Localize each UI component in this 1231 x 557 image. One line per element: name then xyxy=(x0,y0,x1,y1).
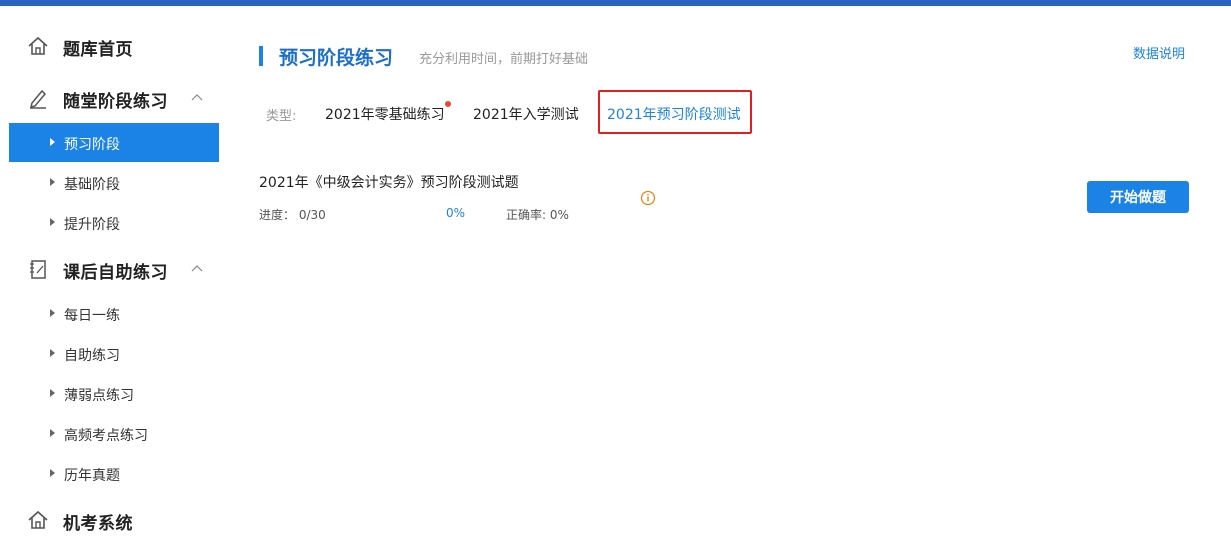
sidebar-item-label: 薄弱点练习 xyxy=(64,388,134,404)
caret-right-icon xyxy=(50,429,55,437)
sidebar: 题库首页 随堂阶段练习 预习阶段 基础阶段 提升阶段 课后自助练习 每日一练 自… xyxy=(9,6,219,557)
start-exercise-button[interactable]: 开始做题 xyxy=(1087,181,1189,213)
sidebar-item-label: 提升阶段 xyxy=(64,217,120,233)
sidebar-item-label: 基础阶段 xyxy=(64,177,120,193)
progress-text: 进度： 0/30 xyxy=(259,208,326,222)
sidebar-item-label: 每日一练 xyxy=(64,308,120,324)
exercise-title: 2021年《中级会计实务》预习阶段测试题 xyxy=(259,175,519,191)
sidebar-item-basic[interactable]: 基础阶段 xyxy=(9,163,219,202)
sidebar-item-home[interactable]: 题库首页 xyxy=(9,26,219,66)
sidebar-item-high-frequency[interactable]: 高频考点练习 xyxy=(9,414,219,453)
page-title: 预习阶段练习 xyxy=(279,47,394,69)
caret-right-icon xyxy=(50,218,55,226)
home-icon xyxy=(28,36,48,55)
sidebar-item-advanced[interactable]: 提升阶段 xyxy=(9,203,219,242)
caret-right-icon xyxy=(50,389,55,397)
sidebar-item-exam-system[interactable]: 机考系统 xyxy=(9,500,219,540)
sidebar-group-practice[interactable]: 随堂阶段练习 xyxy=(9,78,219,118)
accuracy-text: 正确率: 0% xyxy=(506,208,569,222)
sidebar-item-daily[interactable]: 每日一练 xyxy=(9,294,219,333)
main-content: 预习阶段练习 充分利用时间，前期打好基础 数据说明 类型: 2021年零基础练习… xyxy=(219,6,1231,557)
chevron-up-icon[interactable] xyxy=(190,262,204,276)
pencil-icon xyxy=(29,89,47,109)
sidebar-item-preview[interactable]: 预习阶段 xyxy=(9,123,219,162)
info-icon[interactable] xyxy=(640,190,656,206)
data-explanation-link[interactable]: 数据说明 xyxy=(1133,43,1185,62)
page-subtitle: 充分利用时间，前期打好基础 xyxy=(419,52,589,67)
sidebar-group-self-practice[interactable]: 课后自助练习 xyxy=(9,249,219,289)
sidebar-item-label: 预习阶段 xyxy=(64,137,120,153)
caret-right-icon xyxy=(50,138,55,146)
home-icon xyxy=(28,510,48,529)
sidebar-item-past-exams[interactable]: 历年真题 xyxy=(9,454,219,493)
sidebar-item-label: 题库首页 xyxy=(63,40,133,60)
sidebar-item-self[interactable]: 自助练习 xyxy=(9,334,219,373)
sidebar-item-label: 高频考点练习 xyxy=(64,428,148,444)
title-accent-bar xyxy=(259,46,263,66)
sidebar-group-label: 随堂阶段练习 xyxy=(63,92,168,112)
chevron-up-icon[interactable] xyxy=(190,91,204,105)
sidebar-item-label: 自助练习 xyxy=(64,348,120,364)
tab-entrance-test[interactable]: 2021年入学测试 xyxy=(473,104,579,124)
caret-right-icon xyxy=(50,309,55,317)
new-dot-badge xyxy=(445,101,451,107)
sidebar-item-label: 历年真题 xyxy=(64,468,120,484)
sidebar-item-weak-points[interactable]: 薄弱点练习 xyxy=(9,374,219,413)
sidebar-group-label: 课后自助练习 xyxy=(63,263,168,283)
progress-percent: 0% xyxy=(446,206,466,220)
tab-preview-test[interactable]: 2021年预习阶段测试 xyxy=(607,104,741,124)
tab-zero-basics[interactable]: 2021年零基础练习 xyxy=(325,104,445,124)
caret-right-icon xyxy=(50,178,55,186)
sidebar-item-label: 机考系统 xyxy=(63,514,133,534)
caret-right-icon xyxy=(50,349,55,357)
type-label: 类型: xyxy=(266,109,297,124)
caret-right-icon xyxy=(50,469,55,477)
notebook-icon xyxy=(30,260,46,279)
